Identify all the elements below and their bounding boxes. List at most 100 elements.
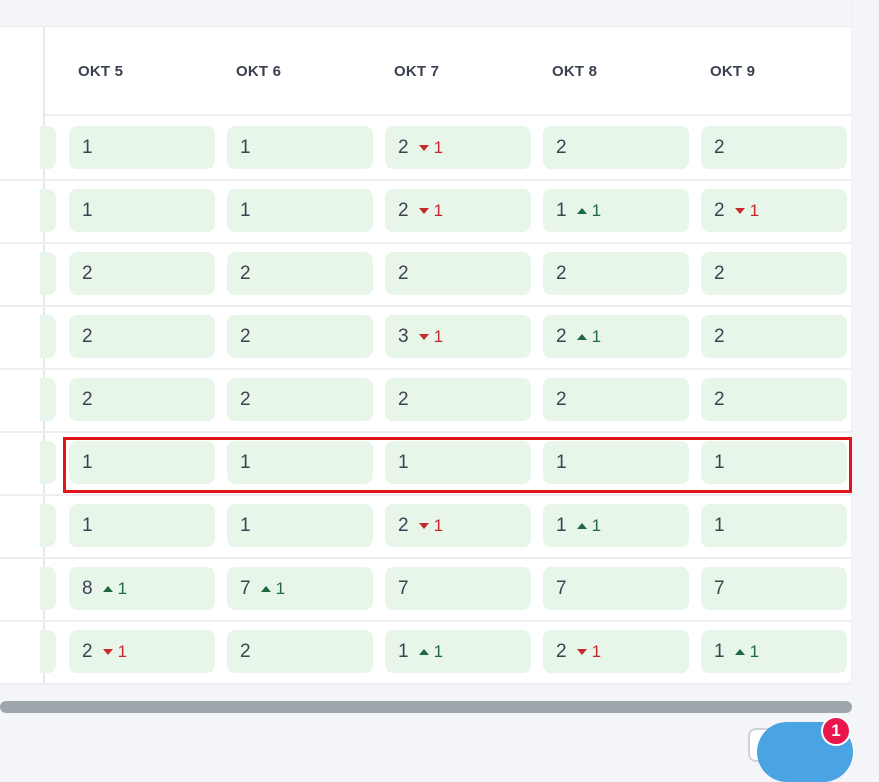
table-cell[interactable]: 11	[385, 630, 531, 673]
row-label-cell	[40, 504, 56, 547]
delta-value: 1	[117, 641, 128, 661]
row-label-cell	[40, 189, 56, 232]
table-cell[interactable]: 2	[227, 252, 373, 295]
caret-down-icon	[418, 207, 429, 214]
cell-value: 2	[556, 640, 567, 662]
table-cell[interactable]: 1	[227, 504, 373, 547]
cell-value: 1	[398, 640, 409, 662]
table-cell[interactable]: 1	[227, 189, 373, 232]
table-cell[interactable]: 2	[69, 315, 215, 358]
table-cell[interactable]: 1	[69, 126, 215, 169]
cell-value: 1	[714, 640, 725, 662]
caret-down-icon	[418, 144, 429, 151]
table-cell[interactable]: 2	[701, 378, 847, 421]
table-cell[interactable]: 31	[385, 315, 531, 358]
table-cell[interactable]: 2	[701, 315, 847, 358]
delta-value: 1	[591, 515, 602, 535]
table-cell[interactable]: 21	[385, 504, 531, 547]
table-row: 2 2 2 2 2	[0, 242, 851, 307]
highlighted-row-outline	[63, 437, 852, 493]
delta-value: 1	[749, 641, 760, 661]
column-header-okt6[interactable]: OKT 6	[236, 63, 281, 80]
table-cell[interactable]: 2	[701, 126, 847, 169]
cell-value: 8	[82, 577, 93, 599]
row-label-cell	[40, 252, 56, 295]
table-cell[interactable]: 1	[69, 504, 215, 547]
cell-value: 7	[240, 577, 251, 599]
table-cell[interactable]: 2	[543, 378, 689, 421]
caret-down-icon	[102, 648, 113, 655]
table-cell[interactable]: 21	[543, 315, 689, 358]
rank-down-indicator: 1	[418, 516, 443, 536]
table-cell[interactable]: 2	[543, 252, 689, 295]
cell-value: 3	[398, 325, 409, 347]
horizontal-scrollbar[interactable]	[0, 701, 852, 713]
cell-value: 7	[714, 577, 725, 599]
column-header-okt5[interactable]: OKT 5	[78, 63, 123, 80]
cell-value: 1	[82, 199, 93, 221]
delta-value: 1	[591, 200, 602, 220]
table-row: 2231212	[0, 305, 851, 370]
table-cell[interactable]: 2	[543, 126, 689, 169]
table-cell[interactable]: 2	[69, 252, 215, 295]
table-cell[interactable]: 1	[227, 126, 373, 169]
rank-down-indicator: 1	[418, 326, 444, 347]
cell-value: 2	[82, 640, 93, 662]
table-top-strip	[0, 0, 851, 27]
cell-value: 1	[556, 514, 567, 536]
row-label-cell	[40, 126, 56, 169]
cell-value: 2	[240, 388, 251, 410]
table-cell[interactable]: 81	[69, 567, 215, 610]
table-cell[interactable]: 2	[385, 378, 531, 421]
table-cell[interactable]: 11	[543, 504, 689, 547]
column-header-okt7[interactable]: OKT 7	[394, 63, 439, 80]
caret-up-icon	[418, 648, 429, 655]
table-cell[interactable]: 11	[543, 189, 689, 232]
table-cell[interactable]: 21	[385, 189, 531, 232]
table-cell[interactable]: 2	[385, 252, 531, 295]
caret-up-icon	[576, 207, 587, 214]
delta-value: 1	[591, 326, 602, 346]
column-header-okt8[interactable]: OKT 8	[552, 63, 597, 80]
table-cell[interactable]: 2	[69, 378, 215, 421]
caret-down-icon	[418, 522, 429, 529]
cell-value: 1	[82, 514, 93, 536]
table-cell[interactable]: 2	[227, 630, 373, 673]
table-cell[interactable]: 1	[69, 189, 215, 232]
table-cell[interactable]: 7	[701, 567, 847, 610]
table-cell[interactable]: 21	[385, 126, 531, 169]
table-cell[interactable]: 2	[701, 252, 847, 295]
cell-value: 2	[556, 262, 567, 284]
delta-value: 1	[433, 137, 444, 157]
table-cell[interactable]: 21	[543, 630, 689, 673]
delta-value: 1	[591, 641, 602, 661]
table-cell[interactable]: 21	[701, 189, 847, 232]
table-cell[interactable]: 7	[385, 567, 531, 610]
table-cell[interactable]: 2	[227, 378, 373, 421]
row-label-cell	[40, 441, 56, 484]
table-cell[interactable]: 1	[701, 504, 847, 547]
cell-value: 2	[240, 640, 251, 662]
table-cell[interactable]: 21	[69, 630, 215, 673]
cell-value: 1	[240, 136, 251, 158]
cell-value: 1	[82, 136, 93, 158]
table-cell[interactable]: 2	[227, 315, 373, 358]
caret-up-icon	[576, 333, 587, 340]
table-row: 212112111	[0, 620, 851, 685]
column-header-okt9[interactable]: OKT 9	[710, 63, 755, 80]
cell-value: 1	[240, 514, 251, 536]
table-cell[interactable]: 71	[227, 567, 373, 610]
table-cell[interactable]: 11	[701, 630, 847, 673]
table-row: 8171777	[0, 557, 851, 622]
rank-up-indicator: 1	[418, 642, 443, 662]
table-row: 1121111	[0, 494, 851, 559]
delta-value: 1	[433, 326, 444, 346]
cell-value: 7	[556, 577, 567, 599]
caret-down-icon	[418, 333, 429, 340]
delta-value: 1	[433, 200, 444, 220]
cell-value: 2	[398, 262, 409, 284]
row-label-cell	[40, 567, 56, 610]
table-row: 11211121	[0, 179, 851, 244]
table-cell[interactable]: 7	[543, 567, 689, 610]
cell-value: 1	[556, 199, 567, 221]
